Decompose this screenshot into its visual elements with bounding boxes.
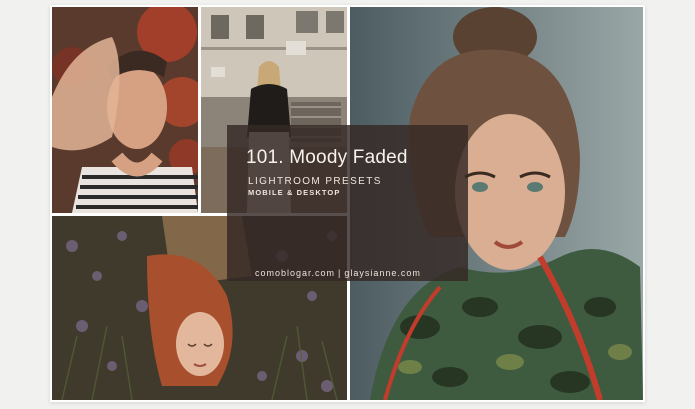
photo-man-hand (52, 7, 198, 213)
credit-left: comoblogar.com (255, 268, 336, 278)
preset-title: 101. Moody Faded (246, 147, 408, 168)
preset-subtitle: LIGHTROOM PRESETS (248, 176, 382, 187)
credit-right: glaysianne.com (344, 268, 421, 278)
credit-separator: | (338, 268, 342, 278)
preset-platforms: MOBILE & DESKTOP (248, 188, 341, 197)
preset-collage-card: 101. Moody Faded LIGHTROOM PRESETS MOBIL… (50, 5, 645, 402)
credits-line: comoblogar.com | glaysianne.com (255, 268, 421, 278)
preset-title-overlay: 101. Moody Faded LIGHTROOM PRESETS MOBIL… (227, 125, 468, 281)
